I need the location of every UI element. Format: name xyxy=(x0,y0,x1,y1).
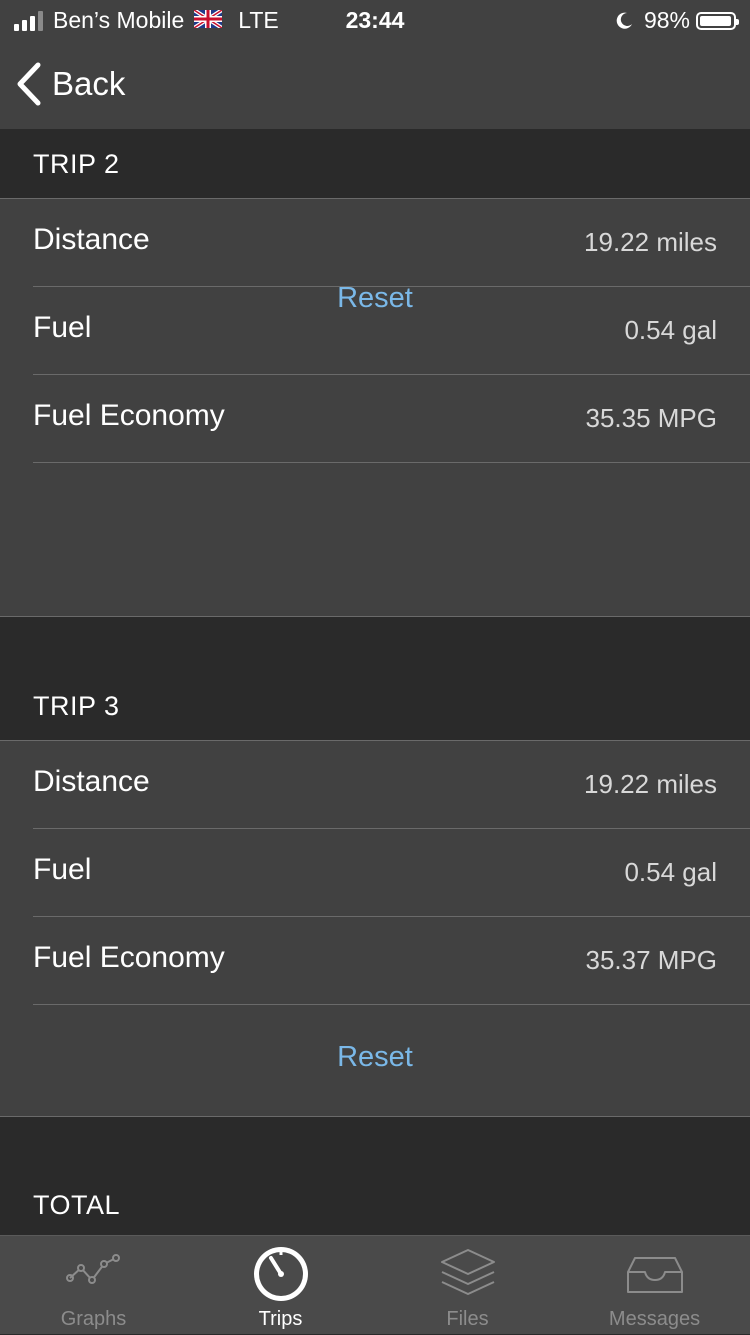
back-button[interactable]: Back xyxy=(16,62,125,106)
battery-icon xyxy=(696,11,739,30)
row-value: 0.54 gal xyxy=(624,857,717,887)
graph-icon xyxy=(64,1246,124,1301)
tab-trips[interactable]: Trips xyxy=(187,1236,374,1335)
section-header-trip-3: TRIP 3 xyxy=(0,617,750,741)
table-row-fuel: Fuel 0.54 gal xyxy=(0,829,750,917)
status-bar: Ben’s Mobile LTE 23:44 98% xyxy=(0,0,750,40)
section-title: TRIP 2 xyxy=(33,149,120,179)
trips-list[interactable]: TRIP 2 Distance 19.22 miles Fuel 0.54 ga… xyxy=(0,129,750,1235)
section-header-total: TOTAL xyxy=(0,1117,750,1235)
tab-label: Messages xyxy=(608,1308,701,1330)
status-right: 98% xyxy=(614,7,739,34)
row-value: 0.54 gal xyxy=(624,315,717,345)
speedometer-icon xyxy=(251,1244,311,1309)
battery-percent: 98% xyxy=(643,7,690,33)
row-value: 19.22 miles xyxy=(584,227,717,257)
tab-label: Trips xyxy=(258,1308,303,1330)
row-label: Fuel xyxy=(33,853,92,886)
row-label: Fuel Economy xyxy=(33,941,225,974)
row-value: 35.35 MPG xyxy=(585,403,717,433)
row-label: Distance xyxy=(33,765,150,798)
battery-fill xyxy=(700,15,732,26)
back-label: Back xyxy=(52,65,126,102)
tab-graphs[interactable]: Graphs xyxy=(0,1236,187,1335)
tab-bar: Graphs Trips Files Messages xyxy=(0,1235,750,1334)
chevron-left-icon xyxy=(16,62,42,106)
row-label: Fuel Economy xyxy=(33,399,225,432)
table-row-distance: Distance 19.22 miles xyxy=(0,741,750,829)
layers-icon xyxy=(438,1246,498,1307)
section-header-trip-2: TRIP 2 xyxy=(0,129,750,199)
table-row-fuel-economy: Fuel Economy 35.37 MPG xyxy=(0,917,750,1005)
section-title: TOTAL xyxy=(33,1190,121,1220)
inbox-icon xyxy=(625,1246,685,1301)
row-label: Distance xyxy=(33,223,150,256)
row-value: 35.37 MPG xyxy=(585,945,717,975)
reset-button-trip-2[interactable]: Reset xyxy=(0,282,750,315)
row-label: Fuel xyxy=(33,311,92,344)
table-row-distance: Distance 19.22 miles xyxy=(0,199,750,287)
moon-icon xyxy=(614,11,634,31)
navigation-bar: Back xyxy=(0,40,750,129)
tab-label: Files xyxy=(446,1308,489,1330)
trip-2-group: Distance 19.22 miles Fuel 0.54 gal Fuel … xyxy=(0,199,750,617)
trip-3-group: Distance 19.22 miles Fuel 0.54 gal Fuel … xyxy=(0,741,750,1117)
table-row-fuel-economy: Fuel Economy 35.35 MPG xyxy=(0,375,750,463)
section-title: TRIP 3 xyxy=(33,691,120,721)
tab-label: Graphs xyxy=(60,1308,127,1330)
row-value: 19.22 miles xyxy=(584,769,717,799)
tab-messages[interactable]: Messages xyxy=(561,1236,748,1335)
reset-button-trip-3[interactable]: Reset xyxy=(0,1041,750,1074)
tab-files[interactable]: Files xyxy=(374,1236,561,1335)
